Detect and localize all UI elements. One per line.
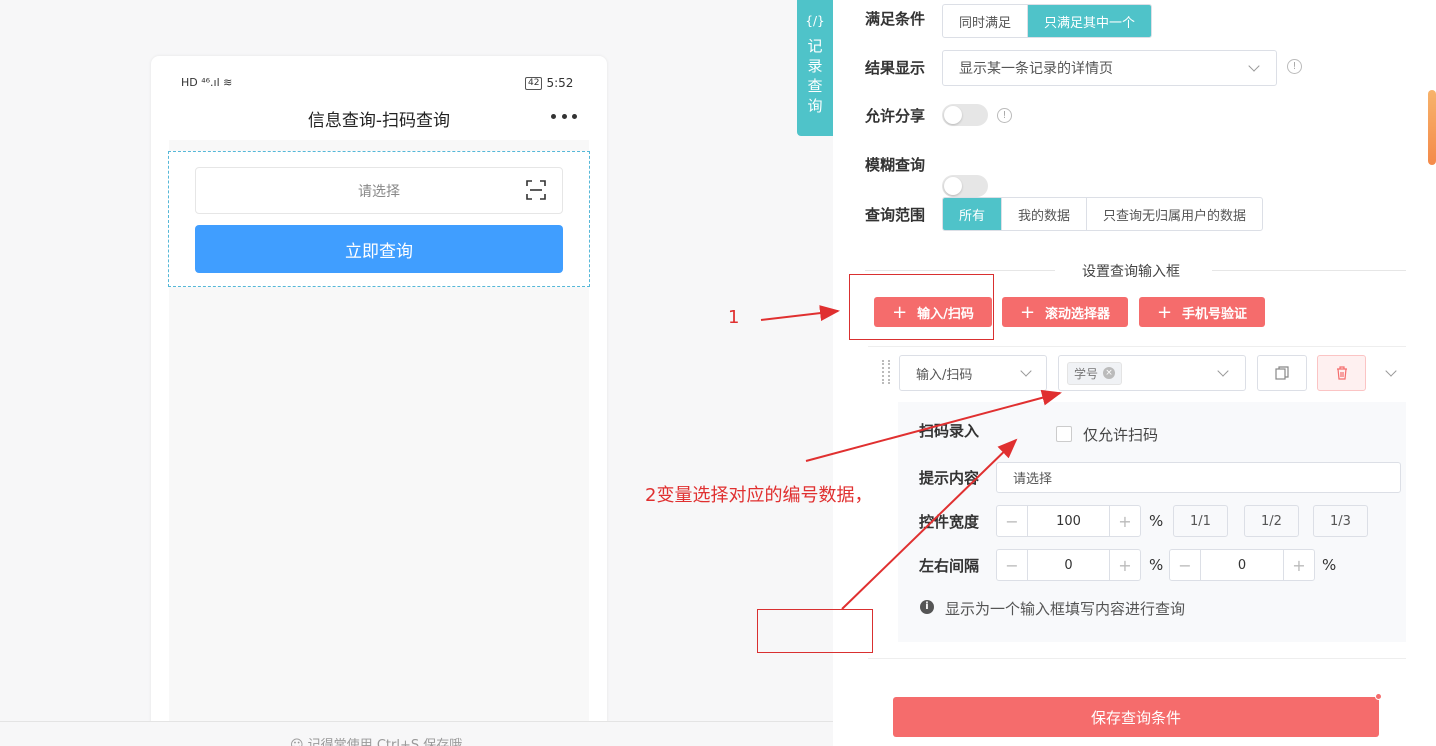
annotation-arrows [760,305,1062,610]
